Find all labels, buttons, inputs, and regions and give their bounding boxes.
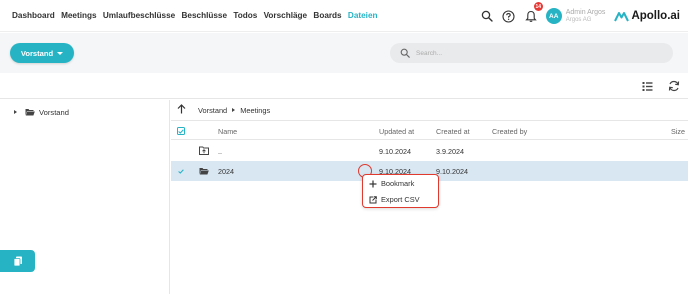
brand-name: Apollo.ai [631, 10, 680, 22]
chevron-down-icon [57, 51, 64, 55]
avatar[interactable]: AA [545, 8, 562, 24]
table-row[interactable]: .. 9.10.2024 3.9.2024 [171, 141, 688, 161]
row-checkbox[interactable] [177, 167, 185, 175]
nav-item-dateien[interactable]: Dateien [348, 0, 378, 32]
space-selector-button[interactable]: Vorstand [10, 43, 74, 63]
folder-up-icon [199, 146, 209, 155]
menu-item-label: Export CSV [381, 195, 420, 204]
help-icon[interactable] [501, 8, 517, 24]
tree-item-label: Vorstand [39, 107, 69, 117]
context-menu: Bookmark Export CSV [362, 174, 439, 208]
created-at: 3.9.2024 [436, 147, 464, 156]
nav-item-umlaufbeschluesse[interactable]: Umlaufbeschlüsse [103, 0, 175, 32]
user-info[interactable]: Admin Argos Argos AG [566, 9, 606, 23]
breadcrumb-item-vorstand[interactable]: Vorstand [198, 106, 227, 115]
checkmark-icon [178, 168, 184, 174]
nav-item-todos[interactable]: Todos [233, 0, 257, 32]
nav-item-dashboard[interactable]: Dashboard [12, 0, 55, 32]
breadcrumb: Vorstand Meetings [171, 100, 688, 121]
folder-open-icon [25, 109, 35, 116]
nav-item-boards[interactable]: Boards [313, 0, 341, 32]
column-header-name[interactable]: Name [218, 127, 237, 136]
file-name: .. [218, 147, 222, 156]
menu-item-label: Bookmark [381, 179, 415, 188]
user-name: Admin Argos [565, 9, 606, 17]
list-view-icon[interactable] [640, 79, 654, 93]
table-header: Name Updated at Created at Created by Si… [171, 122, 688, 140]
column-header-created[interactable]: Created at [436, 127, 470, 136]
main-menu: Dashboard Meetings Umlaufbeschlüsse Besc… [0, 0, 384, 31]
brand-logo[interactable]: Apollo.ai [614, 10, 680, 22]
arrow-up-icon[interactable] [177, 101, 186, 119]
documents-panel-button[interactable] [0, 250, 35, 272]
column-header-updated[interactable]: Updated at [379, 127, 414, 136]
search-icon [400, 48, 410, 58]
file-name: 2024 [218, 167, 234, 176]
top-navigation: Dashboard Meetings Umlaufbeschlüsse Besc… [0, 0, 688, 32]
menu-item-bookmark[interactable]: Bookmark [369, 179, 414, 188]
apollo-logo-icon [614, 11, 630, 21]
menu-item-export-csv[interactable]: Export CSV [369, 195, 420, 204]
column-header-size[interactable]: Size [671, 127, 685, 136]
files-header-bar: Vorstand [0, 33, 688, 73]
created-at: 9.10.2024 [436, 167, 468, 176]
nav-item-vorschlaege[interactable]: Vorschläge [264, 0, 308, 32]
search-icon[interactable] [479, 8, 495, 24]
breadcrumb-item-meetings[interactable]: Meetings [240, 106, 270, 115]
space-selector-label: Vorstand [20, 48, 54, 58]
notification-count-badge: 14 [533, 2, 543, 11]
folder-open-icon [199, 168, 209, 175]
chevron-right-icon[interactable] [14, 110, 17, 114]
checkmark-icon [178, 128, 184, 134]
nav-right-area: 14 AA Admin Argos Argos AG Apollo.ai [473, 0, 688, 32]
updated-at: 9.10.2024 [379, 147, 411, 156]
search-input[interactable] [416, 49, 656, 57]
breadcrumb-separator-icon [232, 108, 236, 112]
documents-icon [13, 256, 22, 266]
search-box[interactable] [390, 43, 673, 63]
view-toolbar [0, 73, 688, 99]
export-icon [369, 195, 377, 203]
plus-icon [369, 180, 377, 187]
column-header-created-by[interactable]: Created by [492, 127, 527, 136]
user-organization: Argos AG [565, 16, 592, 23]
notifications-bell-icon[interactable]: 14 [523, 2, 543, 24]
nav-item-beschluesse[interactable]: Beschlüsse [182, 0, 228, 32]
tree-item-vorstand[interactable]: Vorstand [14, 106, 69, 118]
refresh-icon[interactable] [667, 79, 681, 93]
select-all-checkbox[interactable] [177, 127, 185, 135]
nav-item-meetings[interactable]: Meetings [61, 0, 97, 32]
